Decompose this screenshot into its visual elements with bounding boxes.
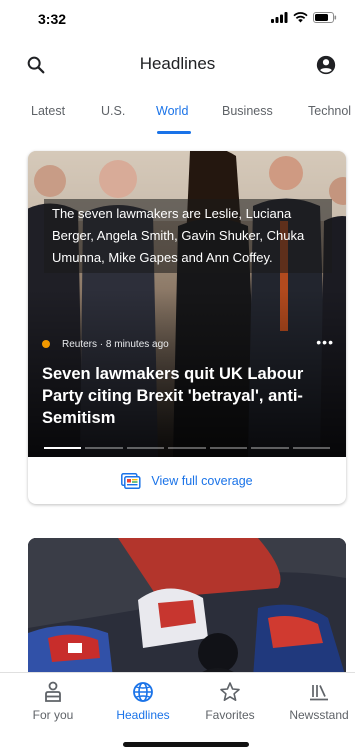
nav-for-you[interactable]: For you <box>13 681 93 722</box>
slide-progress-segment <box>44 447 82 449</box>
bottom-nav: For you Headlines Favorites Newsstand <box>0 672 355 748</box>
person-icon <box>45 681 61 702</box>
newsstand-icon <box>310 685 328 701</box>
slide-progress-segment <box>251 447 289 449</box>
status-icons <box>271 12 337 23</box>
tab-technology[interactable]: Technol <box>308 104 351 118</box>
story-photo-2 <box>28 538 346 678</box>
globe-icon <box>133 682 153 702</box>
nav-newsstand-label: Newsstand <box>289 708 349 722</box>
full-coverage-icon <box>121 472 141 489</box>
view-full-coverage-label: View full coverage <box>151 473 253 488</box>
tab-us[interactable]: U.S. <box>101 104 125 118</box>
tab-latest[interactable]: Latest <box>31 104 65 118</box>
more-options-button[interactable]: ••• <box>316 334 334 350</box>
slide-progress-segment <box>292 447 330 449</box>
publisher-logo-icon <box>42 340 50 348</box>
battery-icon <box>313 12 337 23</box>
photo-caption: The seven lawmakers are Leslie, Luciana … <box>44 199 332 273</box>
nav-headlines[interactable]: Headlines <box>103 681 183 722</box>
nav-newsstand[interactable]: Newsstand <box>279 681 355 722</box>
slide-progress-segment <box>126 447 165 449</box>
nav-headlines-label: Headlines <box>116 708 170 722</box>
story-card[interactable]: The seven lawmakers are Leslie, Luciana … <box>28 151 346 504</box>
story-source-text: Reuters · 8 minutes ago <box>62 338 169 350</box>
tab-business[interactable]: Business <box>222 104 273 118</box>
nav-for-you-label: For you <box>32 708 74 722</box>
story-photo[interactable]: The seven lawmakers are Leslie, Luciana … <box>28 151 346 457</box>
nav-favorites-label: Favorites <box>205 708 255 722</box>
story-source: Reuters · 8 minutes ago <box>42 336 332 352</box>
slide-progress-segment <box>168 447 206 449</box>
signal-icon <box>271 12 288 23</box>
story-headline[interactable]: Seven lawmakers quit UK Labour Party cit… <box>42 363 332 429</box>
account-icon[interactable] <box>315 54 337 76</box>
page-title: Headlines <box>139 54 216 73</box>
tab-world[interactable]: World <box>156 104 188 118</box>
view-full-coverage-button[interactable]: View full coverage <box>28 457 346 504</box>
story-card-2[interactable] <box>28 538 346 678</box>
slide-progress-segment <box>209 447 248 449</box>
star-icon <box>220 682 240 701</box>
slide-progress <box>44 447 330 449</box>
wifi-icon <box>293 12 308 23</box>
home-indicator[interactable] <box>123 742 249 747</box>
app-bar: Headlines <box>0 44 355 84</box>
tab-indicator <box>157 131 191 134</box>
slide-progress-segment <box>85 447 123 449</box>
nav-favorites[interactable]: Favorites <box>190 681 270 722</box>
status-time: 3:32 <box>38 11 67 27</box>
status-bar: 3:32 <box>0 0 355 40</box>
